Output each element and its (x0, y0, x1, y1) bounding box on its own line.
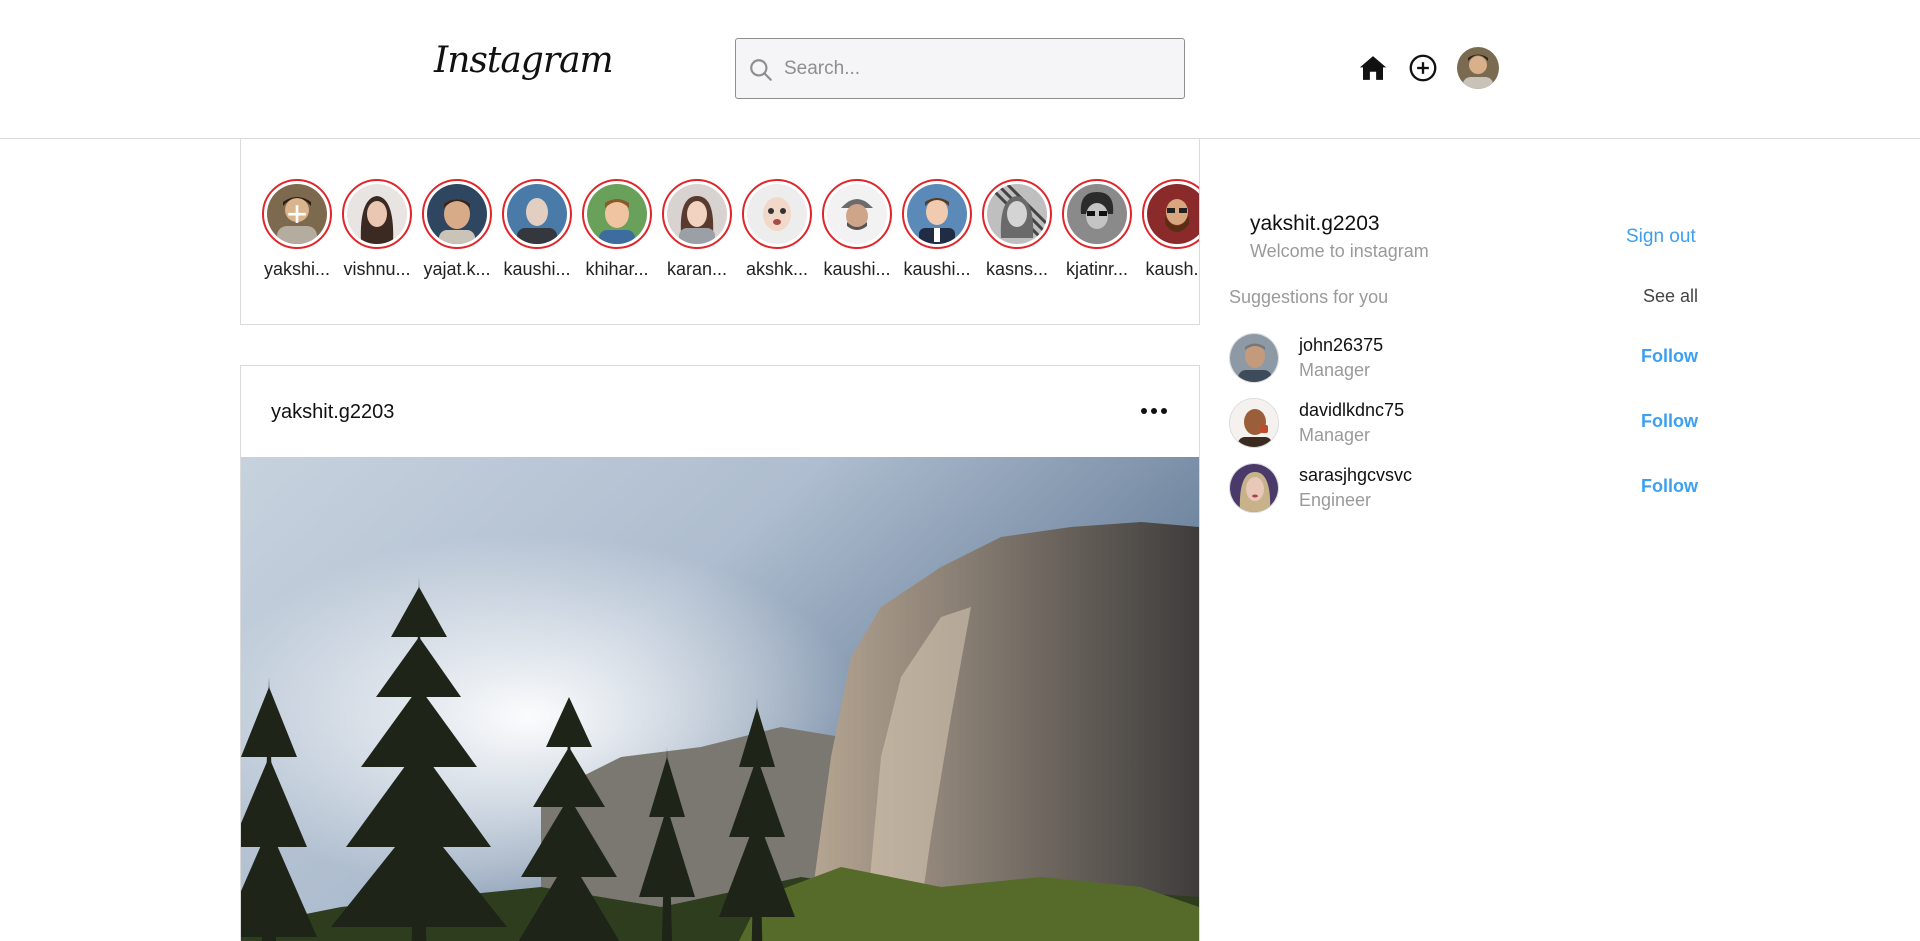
story-username: yakshi... (263, 259, 331, 279)
story-item[interactable]: kasns... (981, 179, 1053, 280)
story-username: vishnu... (343, 259, 411, 279)
more-horizontal-icon[interactable] (1139, 399, 1169, 423)
story-username: kaush... (1145, 259, 1199, 279)
add-story-icon: + (286, 193, 308, 234)
suggestion-row: davidlkdnc75 Manager Follow (1229, 398, 1699, 450)
profile-avatar[interactable] (1457, 47, 1499, 89)
see-all-link[interactable]: See all (1643, 286, 1698, 307)
story-username: khihar... (585, 259, 649, 279)
search-icon (750, 59, 772, 81)
suggestion-role: Manager (1299, 360, 1371, 380)
stories-bar: + yakshi... vishnu... yajat.k... kaushi.… (240, 139, 1200, 325)
current-username[interactable]: yakshit.g2203 (1250, 212, 1380, 236)
suggestion-avatar[interactable] (1229, 463, 1279, 513)
suggestion-username[interactable]: davidlkdnc75 (1299, 400, 1404, 421)
story-username: kaushi... (903, 259, 971, 279)
post-username[interactable]: yakshit.g2203 (271, 401, 394, 424)
story-username: kasns... (985, 259, 1049, 279)
add-post-icon[interactable] (1409, 54, 1437, 82)
story-username: karan... (666, 259, 728, 279)
story-item[interactable]: kaushi... (501, 179, 573, 280)
suggestion-row: sarasjhgcvsvc Engineer Follow (1229, 463, 1699, 515)
suggestions-title: Suggestions for you (1229, 287, 1389, 307)
story-username: kjatinr... (1065, 259, 1129, 279)
suggestion-username[interactable]: john26375 (1299, 335, 1383, 356)
story-item[interactable]: khihar... (581, 179, 653, 280)
search-input[interactable] (784, 39, 1174, 98)
post-image[interactable] (241, 457, 1199, 941)
instagram-logo[interactable]: Instagram (434, 40, 614, 81)
sign-out-link[interactable]: Sign out (1626, 226, 1696, 248)
story-item[interactable]: + yakshi... (261, 179, 333, 280)
story-username: kaushi... (503, 259, 571, 279)
story-item[interactable]: karan... (661, 179, 733, 280)
story-username: akshk... (745, 259, 809, 279)
feed-post: yakshit.g2203 (240, 365, 1200, 941)
story-item[interactable]: kaushi... (901, 179, 973, 280)
story-item[interactable]: kjatinr... (1061, 179, 1133, 280)
search-box[interactable] (735, 38, 1185, 99)
story-item[interactable]: akshk... (741, 179, 813, 280)
suggestion-row: john26375 Manager Follow (1229, 333, 1699, 385)
story-item[interactable]: vishnu... (341, 179, 413, 280)
suggestion-role: Manager (1299, 425, 1371, 445)
story-item[interactable]: kaush... (1141, 179, 1199, 280)
suggestion-avatar[interactable] (1229, 333, 1279, 383)
follow-button[interactable]: Follow (1641, 346, 1698, 367)
welcome-text: Welcome to instagram (1250, 241, 1429, 261)
suggestion-avatar[interactable] (1229, 398, 1279, 448)
story-username: kaushi... (823, 259, 891, 279)
top-header: Instagram (0, 0, 1920, 139)
story-username: yajat.k... (423, 259, 491, 279)
suggestion-role: Engineer (1299, 490, 1372, 510)
follow-button[interactable]: Follow (1641, 411, 1698, 432)
story-item[interactable]: yajat.k... (421, 179, 493, 280)
follow-button[interactable]: Follow (1641, 476, 1698, 497)
post-header: yakshit.g2203 (241, 366, 1199, 457)
home-icon[interactable] (1358, 53, 1388, 83)
story-item[interactable]: kaushi... (821, 179, 893, 280)
suggestion-username[interactable]: sarasjhgcvsvc (1299, 465, 1412, 486)
